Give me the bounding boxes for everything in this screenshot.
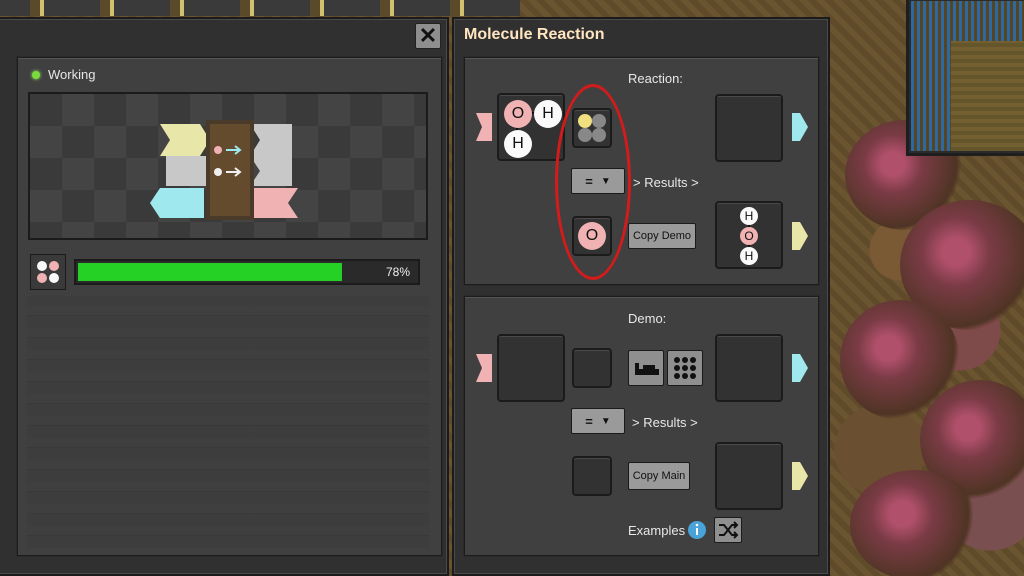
hydrogen-atom: H: [534, 100, 562, 128]
progress-bar: 78%: [74, 259, 420, 285]
demo-value-slot[interactable]: [572, 456, 612, 496]
status-row: Working: [32, 67, 95, 82]
status-text: Working: [48, 67, 96, 82]
molecule-recipe-icon: [37, 261, 59, 283]
demo-operator-value: =: [585, 413, 593, 429]
machine-preview: [28, 92, 428, 240]
oxygen-atom: O: [504, 100, 532, 128]
chevron-down-icon: ▼: [600, 415, 611, 427]
demo-selector-slot[interactable]: [572, 348, 612, 388]
minimap[interactable]: [906, 0, 1024, 156]
machine-icon: [635, 363, 659, 375]
copy-demo-button[interactable]: Copy Demo: [628, 223, 696, 249]
window-title: Molecule Reaction: [464, 26, 605, 43]
hydrogen-atom: H: [740, 247, 758, 265]
info-icon[interactable]: [687, 520, 707, 540]
demo-input-slot[interactable]: [497, 334, 565, 402]
reaction-input-slot[interactable]: O H H: [497, 93, 565, 161]
examples-label: Examples: [628, 523, 686, 538]
demo-output-slot-top[interactable]: [715, 334, 783, 402]
reaction-label: Reaction:: [628, 71, 683, 86]
copy-main-button[interactable]: Copy Main: [628, 462, 690, 490]
close-button[interactable]: ✕: [415, 23, 441, 49]
demo-results-label: > Results >: [632, 415, 698, 430]
demo-grid-button[interactable]: [667, 350, 703, 386]
grid-icon: [674, 357, 696, 379]
output-port-cyan-icon: [792, 113, 808, 141]
reaction-output-slot-bottom[interactable]: H O H: [715, 201, 783, 269]
machine-sprite: [150, 120, 298, 220]
progress-text: 78%: [385, 265, 410, 279]
demo-operator-dropdown[interactable]: = ▼: [571, 408, 625, 434]
results-label: > Results >: [633, 175, 699, 190]
demo-output-port-yellow-icon: [792, 462, 808, 490]
hydrogen-atom: H: [740, 207, 758, 225]
shuffle-button[interactable]: [714, 517, 742, 543]
demo-machine-button[interactable]: [628, 350, 664, 386]
reaction-output-slot-top[interactable]: [715, 94, 783, 162]
empty-inventory-area: [27, 296, 429, 548]
demo-output-slot-bottom[interactable]: [715, 442, 783, 510]
tree: [850, 470, 980, 576]
hydrogen-atom: H: [504, 130, 532, 158]
oxygen-atom: O: [740, 227, 758, 245]
input-port-icon: [476, 113, 492, 141]
factory-entities: [0, 0, 520, 16]
demo-label: Demo:: [628, 311, 667, 326]
demo-output-port-cyan-icon: [792, 354, 808, 382]
highlight-annotation: [555, 84, 631, 280]
shuffle-icon: [719, 521, 739, 539]
recipe-icon-slot[interactable]: [30, 254, 66, 290]
output-port-yellow-icon: [792, 222, 808, 250]
progress-fill: [78, 263, 342, 281]
status-indicator-icon: [32, 70, 40, 79]
demo-input-port-icon: [476, 354, 492, 382]
